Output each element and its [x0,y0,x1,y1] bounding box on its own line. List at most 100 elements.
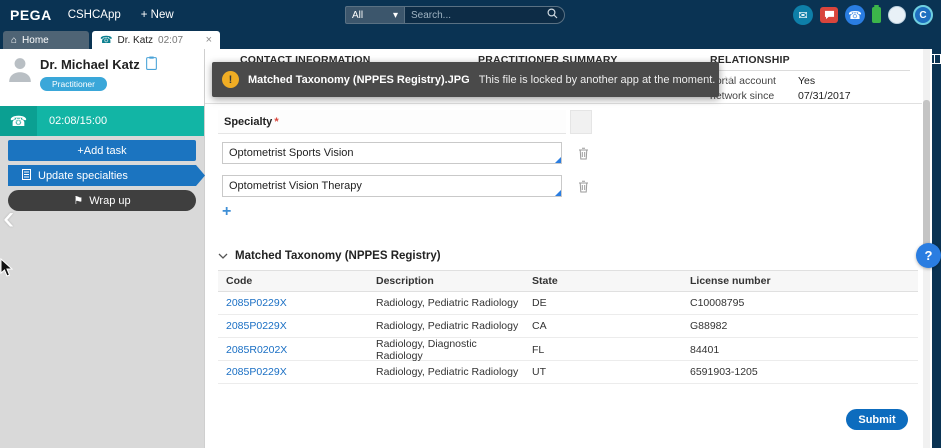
mail-icon[interactable]: ✉ [793,5,813,25]
search-scope-value: All [352,9,364,21]
top-bar: PEGA CSHCApp + New All ▾ ✉ ☎ C [0,0,941,30]
taxonomy-code-link[interactable]: 2085P0229X [218,366,368,378]
col-header-code: Code [226,275,253,287]
specialty-field-group: Specialty * [218,110,592,134]
call-icon: ☎ [100,34,113,46]
new-button[interactable]: + New [141,9,174,21]
scrollbar-thumb[interactable] [923,100,930,260]
specialty-row-1 [222,142,591,164]
role-badge: Practitioner [40,77,107,91]
search-icon[interactable] [547,8,558,22]
phone-icon[interactable]: ☎ [845,5,865,25]
taxonomy-state: UT [532,366,546,378]
taxonomy-code-link[interactable]: 2085P0229X [218,320,368,332]
practitioner-name-text: Dr. Michael Katz [40,57,140,72]
taxonomy-state: CA [532,320,547,332]
delete-specialty-2-icon[interactable] [575,178,591,194]
required-asterisk: * [274,115,279,128]
relationship-row: network since 07/31/2017 [710,90,915,102]
chevron-down-icon [218,250,228,262]
top-bar-icons: ✉ ☎ C [793,4,933,26]
taxonomy-code-link[interactable]: 2085P0229X [218,297,368,309]
relationship-value: 07/31/2017 [798,90,851,102]
global-search: All ▾ [345,6,565,24]
specialty-label-text: Specialty [224,115,273,128]
taxonomy-description: Radiology, Pediatric Radiology [376,320,519,332]
tab-close-icon[interactable]: × [206,34,212,46]
app-window: PEGA CSHCApp + New All ▾ ✉ ☎ C [0,0,941,448]
table-row: 2085P0229X Radiology, Pediatric Radiolog… [218,315,918,338]
pega-logo: PEGA [10,7,52,23]
search-input[interactable] [411,9,547,21]
specialty-combobox-1[interactable] [222,142,562,164]
call-phone-icon[interactable]: ☎ [0,106,37,136]
right-panel-strip[interactable] [932,30,941,448]
table-row: 2085P0229X Radiology, Pediatric Radiolog… [218,361,918,384]
file-locked-toast: ! Matched Taxonomy (NPPES Registry).JPG … [212,62,733,97]
list-icon [22,168,31,183]
taxonomy-description: Radiology, Pediatric Radiology [376,297,519,309]
tab-bar: ⌂ Home ☎ Dr. Katz 02:07 × [0,30,941,49]
matched-taxonomy-title: Matched Taxonomy (NPPES Registry) [235,250,441,262]
relationship-details: portal account Yes network since 07/31/2… [710,75,915,105]
help-button[interactable]: ? [916,243,941,268]
specialty-label: Specialty * [218,110,566,134]
matched-taxonomy-section-header[interactable]: Matched Taxonomy (NPPES Registry) [218,250,441,262]
taxonomy-description: Radiology, Pediatric Radiology [376,366,519,378]
update-specialties-label: Update specialties [38,169,128,182]
wrap-up-button[interactable]: ⚑ Wrap up [8,190,196,211]
sidebar-collapse-chevron-icon[interactable]: ‹ [3,201,14,235]
taxonomy-license: C10008795 [690,297,745,309]
main-content: CONTACT INFORMATION PRACTITIONER SUMMARY… [205,48,922,448]
specialties-form: Specialty * Optometrist Sports Vision Op… [205,104,922,448]
col-header-state: State [532,275,558,287]
taxonomy-description: Radiology, Diagnostic Radiology [376,338,477,362]
specialty-input-1[interactable] [222,142,562,164]
practitioner-name: Dr. Michael Katz [40,56,157,73]
call-timer: 02:08/15:00 [49,115,108,127]
taxonomy-state: FL [532,344,545,356]
taxonomy-code-link[interactable]: 2085R0202X [218,344,368,356]
flag-icon: ⚑ [73,195,84,207]
add-task-button[interactable]: +Add task [8,140,196,161]
specialty-combobox-2[interactable] [222,175,562,197]
taxonomy-license: G88982 [690,320,728,332]
home-icon: ⌂ [11,34,18,46]
specialty-actions-column [570,110,592,134]
tab-home[interactable]: ⌂ Home [3,31,89,49]
search-box [405,6,565,24]
taxonomy-table-header-row: Code Description State License number [218,270,918,292]
add-specialty-icon[interactable]: + [222,204,231,220]
left-sidebar: Dr. Michael Katz Practitioner ☎ 02:08/15… [0,49,205,448]
submit-button[interactable]: Submit [846,409,908,430]
tab-dr-katz[interactable]: ☎ Dr. Katz 02:07 × [92,31,220,49]
table-row: 2085R0202X Radiology, Diagnostic Radiolo… [218,338,918,362]
clipboard-icon[interactable] [145,56,157,73]
person-avatar-icon [8,56,32,85]
toast-close-icon[interactable]: ✕ [715,73,733,87]
combo-corner-icon [555,190,561,196]
wrap-up-label: Wrap up [89,194,131,207]
delete-specialty-1-icon[interactable] [575,145,591,161]
toast-message: This file is locked by another app at th… [478,73,716,86]
search-scope-select[interactable]: All ▾ [345,6,405,24]
expand-panel-icon[interactable] [931,54,941,67]
specialty-input-2[interactable] [222,175,562,197]
taxonomy-table: Code Description State License number 20… [218,270,918,384]
chat-icon[interactable] [820,7,838,23]
tab-active-label: Dr. Katz [117,34,154,46]
taxonomy-license: 6591903-1205 [690,366,758,378]
update-specialties-button[interactable]: Update specialties [8,165,205,186]
relationship-row: portal account Yes [710,75,915,87]
warning-icon: ! [222,71,239,88]
user-avatar[interactable]: C [913,5,933,25]
status-icon[interactable] [888,6,906,24]
call-timer-band: ☎ 02:08/15:00 [0,106,204,136]
toast-title: Matched Taxonomy (NPPES Registry).JPG [248,73,470,86]
col-header-description: Description [376,275,434,287]
tab-call-time: 02:07 [158,34,184,46]
app-name[interactable]: CSHCApp [68,9,121,21]
relationship-header: RELATIONSHIP [710,54,910,71]
table-row: 2085P0229X Radiology, Pediatric Radiolog… [218,292,918,315]
taxonomy-state: DE [532,297,547,309]
